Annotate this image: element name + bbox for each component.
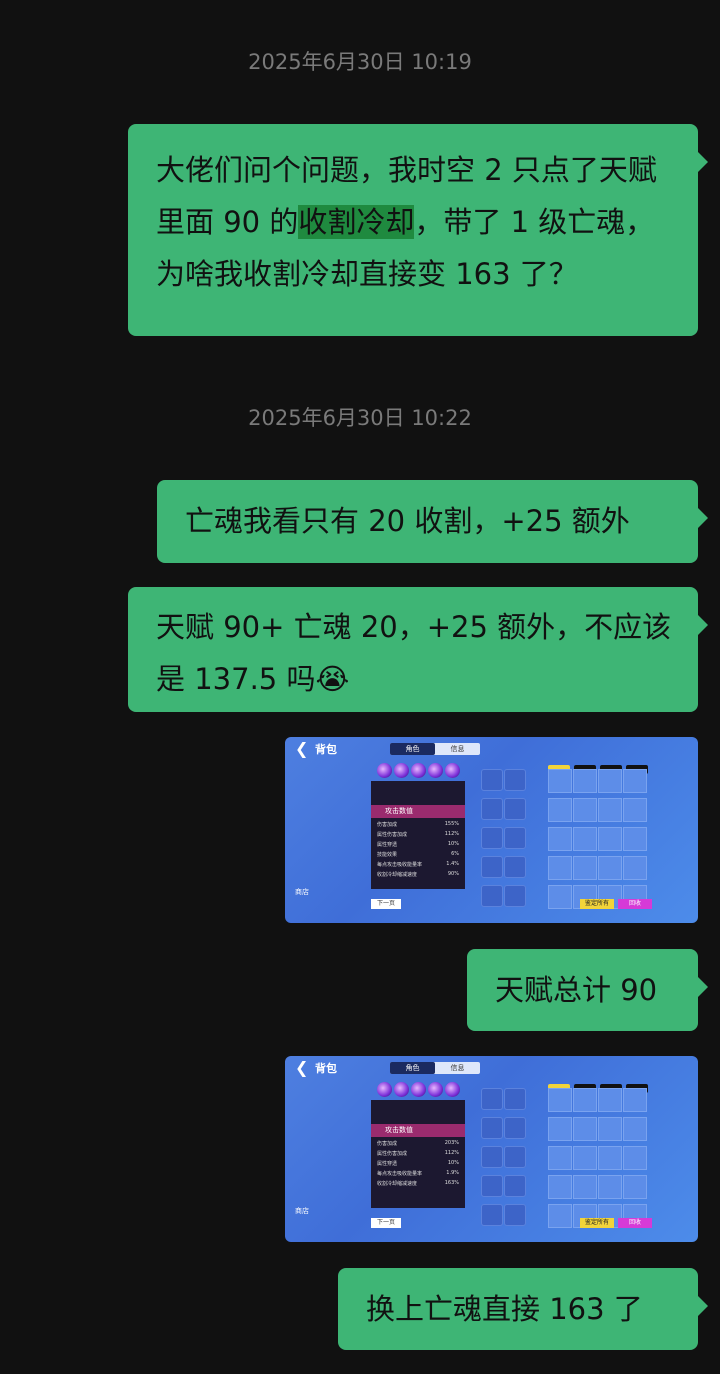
skill-orb-icon [377, 763, 392, 778]
stat-row: 每点攻击吸收能量率 1.4% [377, 861, 459, 868]
shop-label: 商店 [295, 888, 309, 896]
skill-orb-icon [377, 1082, 392, 1097]
chat-message-bubble[interactable]: 天赋总计 90 [467, 949, 708, 1031]
stat-row: 伤害加成 203% [377, 1140, 459, 1147]
stat-row: 属性伤害加成 112% [377, 831, 459, 838]
back-arrow-icon: ❮ [295, 739, 309, 758]
skill-orb-icon [394, 1082, 409, 1097]
tab-info: 信息 [450, 745, 465, 753]
chat-message-bubble[interactable]: 大佬们问个问题，我时空 2 只点了天赋里面 90 的收割冷却，带了 1 级亡魂，… [128, 124, 708, 336]
section-title: 攻击数值 [371, 805, 465, 818]
next-page-button: 下一页 [371, 899, 401, 909]
back-label: 背包 [315, 1062, 337, 1075]
skill-orb-icon [428, 763, 443, 778]
chat-message-bubble[interactable]: 亡魂我看只有 20 收割，+25 额外 [157, 480, 708, 563]
image-message-game-screenshot[interactable]: ❮ 背包 角色 信息 攻击数值 伤害加成 155% 属性伤害加成 112% 属性穿透… [285, 737, 698, 923]
stat-row: 技能效果 6% [377, 851, 459, 858]
tab-character: 角色 [390, 1062, 435, 1074]
message-text: 换上亡魂直接 163 了 [366, 1292, 643, 1326]
stat-row: 属性穿透 10% [377, 1160, 459, 1167]
chat-message-bubble[interactable]: 换上亡魂直接 163 了 [338, 1268, 708, 1350]
skill-orb-icon [394, 763, 409, 778]
section-title: 攻击数值 [371, 1124, 465, 1137]
stat-row: 属性穿透 10% [377, 841, 459, 848]
inventory-grid [548, 769, 654, 914]
timestamp: 2025年6月30日 10:22 [248, 406, 472, 430]
message-text: 天赋 90+ 亡魂 20，+25 额外，不应该是 137.5 吗😭 [156, 610, 672, 696]
chat-message-bubble[interactable]: 天赋 90+ 亡魂 20，+25 额外，不应该是 137.5 吗😭 [128, 587, 708, 712]
shop-label: 商店 [295, 1207, 309, 1215]
recycle-button: 回收 [618, 1218, 652, 1228]
stat-row: 收割冷却缩减速度 90% [377, 871, 459, 878]
next-page-button: 下一页 [371, 1218, 401, 1228]
identify-all-button: 鉴定所有 [580, 1218, 614, 1228]
back-label: 背包 [315, 743, 337, 756]
recycle-button: 回收 [618, 899, 652, 909]
stat-row: 收割冷却缩减速度 163% [377, 1180, 459, 1187]
timestamp: 2025年6月30日 10:19 [248, 50, 472, 74]
tab-character: 角色 [390, 743, 435, 755]
equipment-grid [481, 769, 533, 914]
stat-row: 伤害加成 155% [377, 821, 459, 828]
stat-row: 每点攻击吸收能量率 1.9% [377, 1170, 459, 1177]
stats-rows: 伤害加成 203% 属性伤害加成 112% 属性穿透 10% 每点攻击吸收能量率 1.9… [371, 1140, 465, 1190]
skill-orbs [377, 1082, 462, 1101]
tab-info: 信息 [450, 1064, 465, 1072]
skill-orb-icon [445, 763, 460, 778]
identify-all-button: 鉴定所有 [580, 899, 614, 909]
skill-orb-icon [411, 763, 426, 778]
back-arrow-icon: ❮ [295, 1058, 309, 1077]
equipment-grid [481, 1088, 533, 1233]
stat-row: 属性伤害加成 112% [377, 1150, 459, 1157]
skill-orb-icon [445, 1082, 460, 1097]
skill-orbs [377, 763, 462, 782]
message-text: 天赋总计 90 [495, 973, 658, 1007]
inventory-grid [548, 1088, 654, 1233]
stats-rows: 伤害加成 155% 属性伤害加成 112% 属性穿透 10% 技能效果 6% 每点攻击吸… [371, 821, 465, 881]
message-text: 亡魂我看只有 20 收割，+25 额外 [185, 504, 630, 538]
skill-orb-icon [428, 1082, 443, 1097]
image-message-game-screenshot[interactable]: ❮ 背包 角色 信息 攻击数值 伤害加成 203% 属性伤害加成 112% 属性穿透… [285, 1056, 698, 1242]
highlighted-text: 收割冷却 [298, 205, 415, 239]
skill-orb-icon [411, 1082, 426, 1097]
